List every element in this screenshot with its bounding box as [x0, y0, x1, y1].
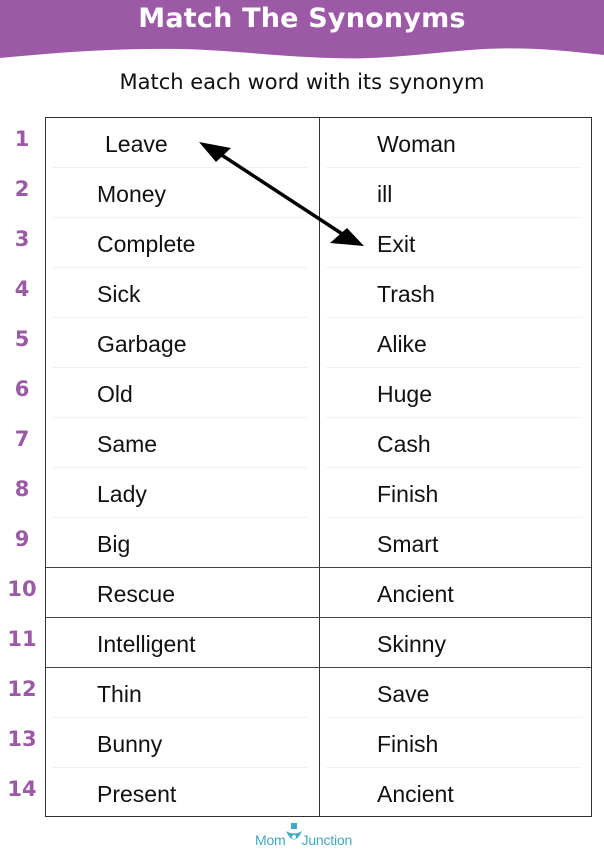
row-number: 14: [7, 777, 37, 801]
row-divider-faint: [326, 167, 582, 168]
synonym-cell[interactable]: Skinny: [377, 618, 446, 668]
word-cell[interactable]: Lady: [97, 468, 147, 518]
row-divider: [46, 667, 591, 668]
table-row: Bunny Finish: [46, 718, 591, 768]
row-divider-faint: [326, 267, 582, 268]
synonym-cell[interactable]: Smart: [377, 518, 438, 568]
word-cell[interactable]: Same: [97, 418, 157, 468]
table-row: Present Ancient: [46, 768, 591, 818]
table-row: Thin Save: [46, 668, 591, 718]
table-row: Complete Exit: [46, 218, 591, 268]
row-number: 1: [14, 127, 30, 151]
table-row: Lady Finish: [46, 468, 591, 518]
row-divider-faint: [52, 267, 308, 268]
row-number: 9: [14, 527, 30, 551]
row-number: 10: [7, 577, 37, 601]
synonym-cell[interactable]: Huge: [377, 368, 432, 418]
row-number: 3: [14, 227, 30, 251]
logo-text-mom: Mom: [255, 832, 286, 848]
word-cell[interactable]: Rescue: [97, 568, 175, 618]
row-number: 4: [14, 277, 30, 301]
row-divider-faint: [326, 317, 582, 318]
table-row: Leave Woman: [46, 118, 591, 168]
row-divider-faint: [326, 767, 582, 768]
row-divider-faint: [326, 367, 582, 368]
row-number: 11: [7, 627, 37, 651]
synonym-cell[interactable]: Ancient: [377, 768, 454, 818]
word-cell[interactable]: Complete: [97, 218, 195, 268]
row-divider-faint: [52, 367, 308, 368]
row-number: 2: [14, 177, 30, 201]
synonym-cell[interactable]: Cash: [377, 418, 431, 468]
word-cell[interactable]: Money: [97, 168, 166, 218]
row-divider-faint: [326, 217, 582, 218]
row-divider-faint: [326, 717, 582, 718]
page-title: Match The Synonyms: [138, 3, 466, 34]
row-divider-faint: [52, 467, 308, 468]
word-cell[interactable]: Old: [97, 368, 133, 418]
word-cell[interactable]: Intelligent: [97, 618, 195, 668]
row-divider-faint: [326, 467, 582, 468]
table-row: Money ill: [46, 168, 591, 218]
word-cell[interactable]: Bunny: [97, 718, 162, 768]
row-number: 8: [14, 477, 30, 501]
table-row: Big Smart: [46, 518, 591, 568]
row-number: 6: [14, 377, 30, 401]
synonym-cell[interactable]: ill: [377, 168, 392, 218]
synonym-cell[interactable]: Ancient: [377, 568, 454, 618]
word-cell[interactable]: Garbage: [97, 318, 187, 368]
row-divider: [46, 617, 591, 618]
word-cell[interactable]: Big: [97, 518, 130, 568]
word-cell[interactable]: Thin: [97, 668, 142, 718]
synonym-cell[interactable]: Alike: [377, 318, 427, 368]
synonym-cell[interactable]: Finish: [377, 718, 438, 768]
momjunction-logo: Mom Junction: [255, 822, 355, 852]
logo-text-junction: Junction: [301, 832, 353, 848]
word-cell[interactable]: Sick: [97, 268, 140, 318]
row-divider-faint: [52, 767, 308, 768]
table-row: Garbage Alike: [46, 318, 591, 368]
row-divider-faint: [52, 217, 308, 218]
row-number: 5: [14, 327, 30, 351]
synonym-cell[interactable]: Woman: [377, 118, 456, 168]
row-divider-faint: [52, 167, 308, 168]
synonym-cell[interactable]: Exit: [377, 218, 415, 268]
synonym-cell[interactable]: Finish: [377, 468, 438, 518]
synonym-cell[interactable]: Trash: [377, 268, 435, 318]
row-divider-faint: [52, 417, 308, 418]
table-row: Sick Trash: [46, 268, 591, 318]
table-row: Intelligent Skinny: [46, 618, 591, 668]
synonym-table: Leave Woman Money ill Complete Exit Sick Trash G…: [45, 117, 592, 817]
row-number: 7: [14, 427, 30, 451]
table-row: Same Cash: [46, 418, 591, 468]
row-number: 12: [7, 677, 37, 701]
row-number: 13: [7, 727, 37, 751]
synonym-cell[interactable]: Save: [377, 668, 429, 718]
word-cell[interactable]: Present: [97, 768, 176, 818]
row-divider: [46, 567, 591, 568]
row-divider-faint: [52, 317, 308, 318]
table-row: Rescue Ancient: [46, 568, 591, 618]
title-banner: Match The Synonyms: [0, 0, 604, 62]
row-divider-faint: [326, 417, 582, 418]
instructions: Match each word with its synonym: [119, 70, 485, 94]
row-divider-faint: [52, 717, 308, 718]
word-cell[interactable]: Leave: [105, 118, 168, 168]
table-row: Old Huge: [46, 368, 591, 418]
row-divider-faint: [52, 517, 308, 518]
row-divider-faint: [326, 517, 582, 518]
